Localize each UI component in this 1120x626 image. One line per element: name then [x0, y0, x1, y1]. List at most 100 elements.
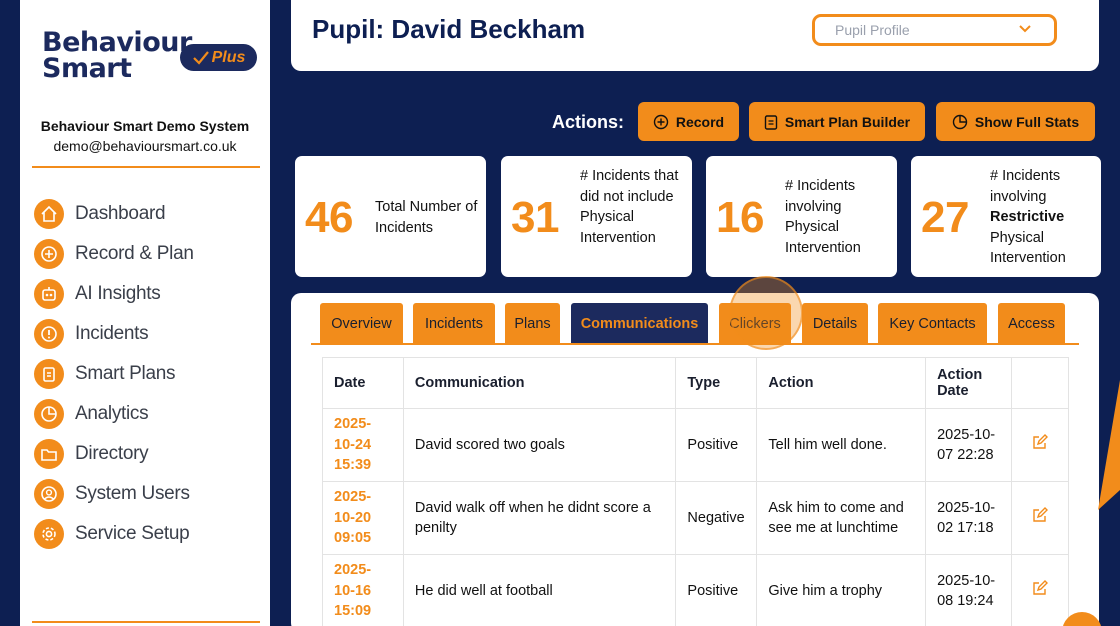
pie-chart-icon [952, 114, 968, 129]
sidebar-item-label: Analytics [75, 403, 149, 424]
edit-cell [1011, 554, 1069, 626]
communications-table: Date Communication Type Action Action Da… [322, 357, 1069, 626]
type-cell: Positive [675, 554, 758, 626]
action-cell: Ask him to come and see me at lunchtime [756, 481, 927, 555]
sidebar-item-label: Service Setup [75, 523, 190, 544]
divider [32, 621, 260, 623]
sidebar-item-directory[interactable]: Directory [34, 434, 194, 474]
edit-icon[interactable] [1031, 433, 1049, 451]
tab-key-contacts[interactable]: Key Contacts [878, 303, 987, 344]
plus-badge: Plus [180, 44, 257, 71]
actions-label: Actions: [552, 112, 624, 132]
sidebar-item-label: System Users [75, 483, 190, 504]
sidebar-item-label: AI Insights [75, 283, 161, 304]
robot-icon [34, 279, 64, 309]
stat-card-no-physical: 31 # Incidents that did not include Phys… [501, 156, 692, 277]
date-cell: 2025-10-16 15:09 [322, 554, 404, 626]
sidebar-item-system-users[interactable]: System Users [34, 474, 194, 514]
column-header[interactable]: Type [675, 357, 758, 409]
column-header[interactable]: Communication [402, 357, 677, 409]
action-cell: Give him a trophy [756, 554, 927, 626]
pie-chart-icon [34, 399, 64, 429]
record-button[interactable]: Record [638, 102, 739, 141]
tab-plans[interactable]: Plans [505, 303, 560, 344]
stat-value: 16 [716, 193, 764, 242]
sidebar: Behaviour Smart Plus Behaviour Smart Dem… [20, 0, 270, 626]
show-full-stats-button[interactable]: Show Full Stats [936, 102, 1095, 141]
main-card: Overview Incidents Plans Communications … [291, 276, 1099, 626]
header-card: Pupil: David Beckham Pupil Profile [291, 0, 1099, 71]
system-email: demo@behavioursmart.co.uk [53, 138, 237, 154]
sidebar-item-incidents[interactable]: Incidents [34, 314, 194, 354]
clipboard-icon [764, 114, 778, 130]
action-cell: Tell him well done. [756, 408, 927, 482]
sidebar-nav: Dashboard Record & Plan AI Insights Inci… [34, 194, 194, 554]
smart-plan-builder-button[interactable]: Smart Plan Builder [749, 102, 925, 141]
tab-underline [311, 343, 1079, 345]
divider [32, 166, 260, 168]
edit-icon[interactable] [1031, 506, 1049, 524]
logo-text: Behaviour Smart [42, 27, 192, 84]
check-icon [192, 50, 209, 65]
stat-value: 27 [921, 193, 969, 242]
communication-cell: David scored two goals [402, 408, 677, 482]
smart-plan-builder-label: Smart Plan Builder [784, 113, 911, 130]
page-title: Pupil: David Beckham [312, 14, 586, 44]
folder-icon [34, 439, 64, 469]
stat-card-total: 46 Total Number of Incidents [295, 156, 486, 277]
stat-label: # Incidents that did not include Physica… [580, 168, 679, 246]
logo[interactable]: Behaviour Smart Plus [42, 27, 262, 86]
table-row: 2025-10-16 15:09 He did well at football… [322, 554, 1069, 626]
plus-circle-icon [34, 239, 64, 269]
sidebar-item-analytics[interactable]: Analytics [34, 394, 194, 434]
column-header [1011, 357, 1069, 409]
sidebar-item-label: Dashboard [75, 203, 166, 224]
date-cell: 2025-10-20 09:05 [322, 481, 404, 555]
sidebar-item-service-setup[interactable]: Service Setup [34, 514, 194, 554]
date-cell: 2025-10-24 15:39 [322, 408, 404, 482]
column-header[interactable]: Action [756, 357, 927, 409]
stat-label: Total Number of Incidents [375, 199, 478, 236]
edit-cell [1011, 481, 1069, 555]
sidebar-item-dashboard[interactable]: Dashboard [34, 194, 194, 234]
stat-card-restrictive: 27 # Incidents involving Restrictive Phy… [911, 156, 1101, 277]
stat-label-bold: Restrictive [990, 209, 1065, 225]
action-date-cell: 2025-10-02 17:18 [925, 481, 1012, 555]
clipboard-icon [34, 359, 64, 389]
select-value: Pupil Profile [835, 22, 910, 38]
sidebar-item-label: Smart Plans [75, 363, 176, 384]
action-date-cell: 2025-10-08 19:24 [925, 554, 1012, 626]
pupil-profile-select[interactable]: Pupil Profile [812, 14, 1057, 46]
sidebar-item-label: Incidents [75, 323, 149, 344]
sidebar-item-label: Record & Plan [75, 243, 194, 264]
type-cell: Positive [675, 408, 758, 482]
sidebar-item-smart-plans[interactable]: Smart Plans [34, 354, 194, 394]
tab-details[interactable]: Details [802, 303, 868, 344]
table-header-row: Date Communication Type Action Action Da… [322, 357, 1069, 409]
column-header[interactable]: Date [322, 357, 404, 409]
plus-circle-icon [653, 114, 669, 129]
stat-label: # Incidents involving Restrictive Physic… [990, 166, 1090, 269]
communication-cell: He did well at football [402, 554, 677, 626]
edit-icon[interactable] [1031, 579, 1049, 597]
sidebar-item-ai-insights[interactable]: AI Insights [34, 274, 194, 314]
record-label: Record [675, 113, 725, 130]
stat-label-part: Physical Intervention [990, 229, 1066, 267]
sidebar-item-record-plan[interactable]: Record & Plan [34, 234, 194, 274]
stat-label: # Incidents involving Physical Intervent… [785, 178, 861, 256]
stat-card-physical: 16 # Incidents involving Physical Interv… [706, 156, 897, 277]
action-date-cell: 2025-10-07 22:28 [925, 408, 1012, 482]
decorative-stripe [1098, 380, 1120, 510]
communication-cell: David walk off when he didnt score a pen… [402, 481, 677, 555]
user-icon [34, 479, 64, 509]
column-header[interactable]: Action Date [925, 357, 1012, 409]
tab-incidents[interactable]: Incidents [413, 303, 495, 344]
system-name: Behaviour Smart Demo System [40, 118, 250, 134]
click-indicator [729, 276, 803, 350]
tab-access[interactable]: Access [998, 303, 1065, 344]
type-cell: Negative [675, 481, 758, 555]
table-row: 2025-10-24 15:39 David scored two goals … [322, 408, 1069, 482]
alert-icon [34, 319, 64, 349]
tab-overview[interactable]: Overview [320, 303, 403, 344]
tab-communications[interactable]: Communications [571, 303, 708, 344]
